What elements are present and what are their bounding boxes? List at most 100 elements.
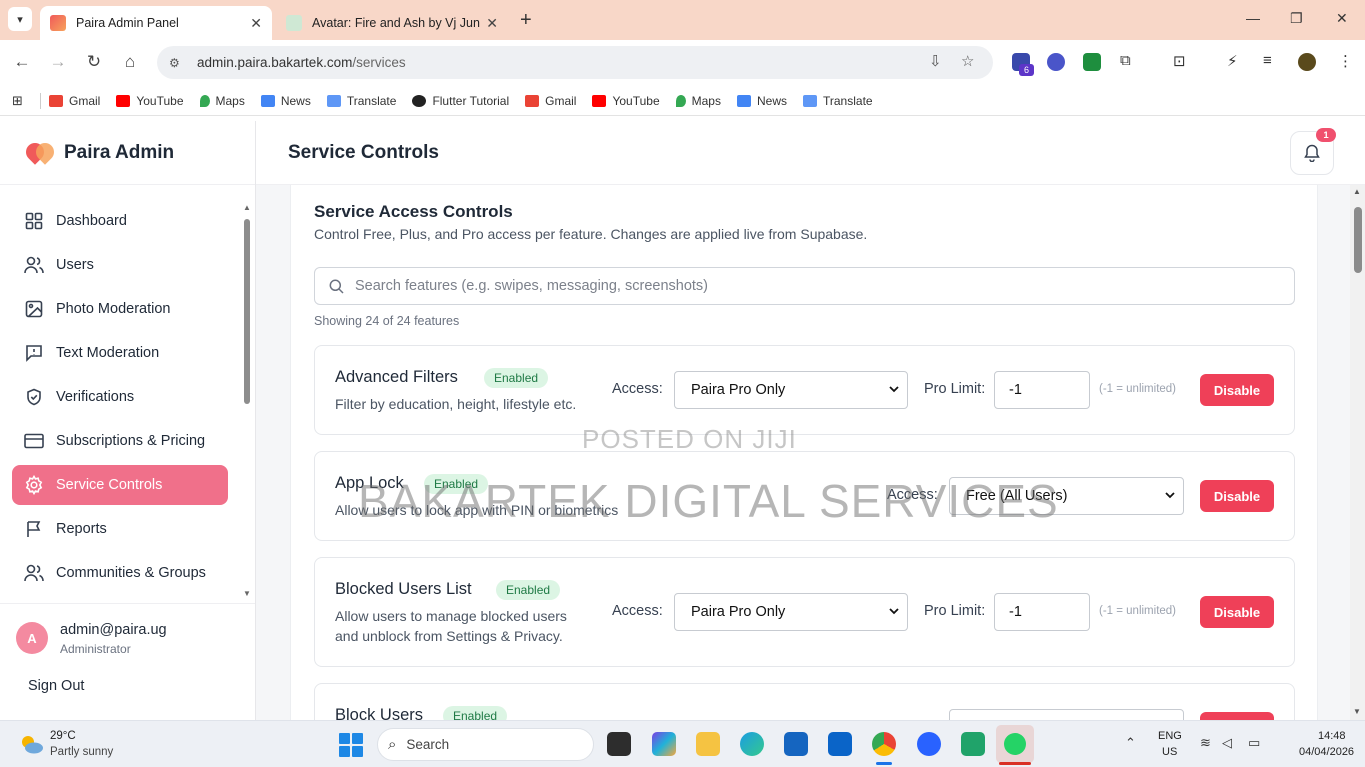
microsoft-365-icon[interactable] <box>652 732 676 756</box>
bookmark-gmail[interactable]: Gmail <box>49 94 100 108</box>
access-select[interactable] <box>949 709 1184 720</box>
weather-description[interactable]: Partly sunny <box>50 746 113 758</box>
disable-button[interactable]: Disable <box>1200 596 1274 628</box>
media-controls-icon[interactable]: ≡ <box>1263 52 1272 69</box>
tab-search-chevron-icon[interactable]: ▾ <box>8 7 32 31</box>
sidebar-item-text-moderation[interactable]: Text Moderation <box>12 333 228 373</box>
clock-time[interactable]: 14:48 <box>1318 730 1346 742</box>
bookmark-star-icon[interactable]: ☆ <box>961 52 974 70</box>
file-explorer-icon[interactable] <box>696 732 720 756</box>
profile-avatar[interactable] <box>1298 53 1316 71</box>
new-tab-plus-icon[interactable]: + <box>520 9 532 32</box>
windows-start-icon[interactable] <box>339 733 363 757</box>
keyboard-layout[interactable]: US <box>1162 746 1177 758</box>
sidebar-item-reports[interactable]: Reports <box>12 509 228 549</box>
performance-icon[interactable]: ⚡ <box>1227 52 1238 70</box>
sidebar-item-subscriptions-pricing[interactable]: Subscriptions & Pricing <box>12 421 228 461</box>
whatsapp-icon[interactable] <box>996 725 1034 763</box>
bookmark-news[interactable]: News <box>260 94 311 108</box>
clock-date[interactable]: 04/04/2026 <box>1299 746 1354 758</box>
bookmark-maps[interactable]: Maps <box>199 94 245 108</box>
outlook-icon[interactable] <box>828 732 852 756</box>
apps-grid-icon[interactable]: ⊞ <box>12 93 30 109</box>
disable-button[interactable]: Disable <box>1200 480 1274 512</box>
url-text[interactable]: admin.paira.bakartek.com/services <box>197 55 406 70</box>
bookmark-youtube[interactable]: YouTube <box>116 94 184 108</box>
access-label: Access: <box>612 603 663 619</box>
weather-temperature[interactable]: 29°C <box>50 730 76 742</box>
window-close-icon[interactable]: ✕ <box>1336 10 1348 27</box>
extension-icon[interactable] <box>1047 53 1065 71</box>
sidebar-item-verifications[interactable]: Verifications <box>12 377 228 417</box>
volume-icon[interactable]: ◁ <box>1222 735 1232 751</box>
disable-button[interactable] <box>1200 712 1274 720</box>
task-view-icon[interactable] <box>607 732 631 756</box>
feature-search[interactable] <box>314 267 1295 305</box>
main-content: Service Access Controls Control Free, Pl… <box>256 185 1350 720</box>
forward-arrow-icon[interactable]: → <box>47 52 69 72</box>
close-icon[interactable]: ✕ <box>250 15 262 32</box>
battery-icon[interactable]: ▭ <box>1248 735 1260 751</box>
limit-hint: (-1 = unlimited) <box>1099 605 1177 617</box>
close-icon[interactable]: ✕ <box>486 15 498 32</box>
sidebar-item-dashboard[interactable]: Dashboard <box>12 201 228 241</box>
language-indicator[interactable]: ENG <box>1158 730 1182 742</box>
scroll-down-arrow-icon[interactable]: ▼ <box>1353 707 1361 716</box>
minimize-icon[interactable]: — <box>1246 10 1260 26</box>
pro-limit-input[interactable]: -1 <box>994 371 1090 409</box>
taskbar-search[interactable]: ⌕ Search <box>377 728 594 761</box>
sidebar-item-label: Subscriptions & Pricing <box>56 433 206 449</box>
bookmark-translate[interactable]: Translate <box>326 94 396 108</box>
edge-browser-icon[interactable] <box>740 732 764 756</box>
sidebar-item-users[interactable]: Users <box>12 245 228 285</box>
sidebar-scrollbar[interactable]: ▲ ▼ <box>243 203 251 600</box>
tab-title: Avatar: Fire and Ash by Vj Junio <box>312 16 481 30</box>
access-select[interactable]: Paira Pro Only <box>674 371 908 409</box>
scroll-up-arrow-icon[interactable]: ▲ <box>1353 187 1361 196</box>
admin-profile: A admin@paira.ug Administrator Sign Out <box>0 603 255 720</box>
sidebar-item-photo-moderation[interactable]: Photo Moderation <box>12 289 228 329</box>
bookmark-maps[interactable]: Maps <box>675 94 721 108</box>
restore-icon[interactable]: ❐ <box>1290 10 1303 27</box>
browser-menu-icon[interactable]: ⋮ <box>1338 52 1353 70</box>
news-icon <box>736 94 751 107</box>
pro-limit-input[interactable]: -1 <box>994 593 1090 631</box>
scrollbar-thumb[interactable] <box>1354 207 1362 273</box>
main-scrollbar[interactable]: ▲ ▼ <box>1350 185 1365 720</box>
active-app-indicator <box>999 762 1031 765</box>
youtube-icon <box>116 94 131 107</box>
back-arrow-icon[interactable]: ← <box>11 52 33 72</box>
disable-button[interactable]: Disable <box>1200 374 1274 406</box>
gear-icon <box>24 475 44 495</box>
scroll-up-arrow-icon[interactable]: ▲ <box>243 203 251 212</box>
bookmark-news[interactable]: News <box>736 94 787 108</box>
sign-out-link[interactable]: Sign Out <box>28 678 84 694</box>
site-settings-icon[interactable]: ⚙ <box>169 56 185 70</box>
sidebar-item-communities-groups[interactable]: Communities & Groups <box>12 553 228 593</box>
browser-tab-avatar[interactable]: Avatar: Fire and Ash by Vj Junio ✕ <box>276 6 508 40</box>
app-icon[interactable] <box>917 732 941 756</box>
scrollbar-thumb[interactable] <box>244 219 250 404</box>
sheets-extension-icon[interactable] <box>1083 53 1101 71</box>
home-icon[interactable]: ⌂ <box>119 52 141 72</box>
extensions-puzzle-icon[interactable]: ⧉ <box>1120 52 1131 69</box>
search-input[interactable] <box>355 278 1255 294</box>
install-app-icon[interactable]: ⇩ <box>929 52 942 70</box>
bookmark-flutter-tutorial[interactable]: Flutter Tutorial <box>412 94 509 108</box>
access-select[interactable]: Paira Pro Only <box>674 593 908 631</box>
reload-icon[interactable]: ↻ <box>83 52 105 72</box>
partly-sunny-icon[interactable] <box>18 733 44 755</box>
address-bar[interactable]: ⚙ admin.paira.bakartek.com/services <box>157 46 993 79</box>
bookmark-youtube[interactable]: YouTube <box>592 94 660 108</box>
sidebar-item-service-controls[interactable]: Service Controls <box>12 465 228 505</box>
browser-tab-paira-admin[interactable]: Paira Admin Panel ✕ <box>40 6 272 40</box>
screenshot-icon[interactable]: ⊡ <box>1173 52 1186 70</box>
microsoft-store-icon[interactable] <box>784 732 808 756</box>
app-icon[interactable] <box>961 732 985 756</box>
bookmark-gmail[interactable]: Gmail <box>525 94 576 108</box>
wifi-icon[interactable]: ≋ <box>1200 735 1211 751</box>
chrome-icon[interactable] <box>872 732 896 756</box>
scroll-down-arrow-icon[interactable]: ▼ <box>243 589 251 598</box>
show-hidden-icons-chevron-icon[interactable]: ⌃ <box>1125 735 1136 751</box>
bookmark-translate[interactable]: Translate <box>803 94 873 108</box>
